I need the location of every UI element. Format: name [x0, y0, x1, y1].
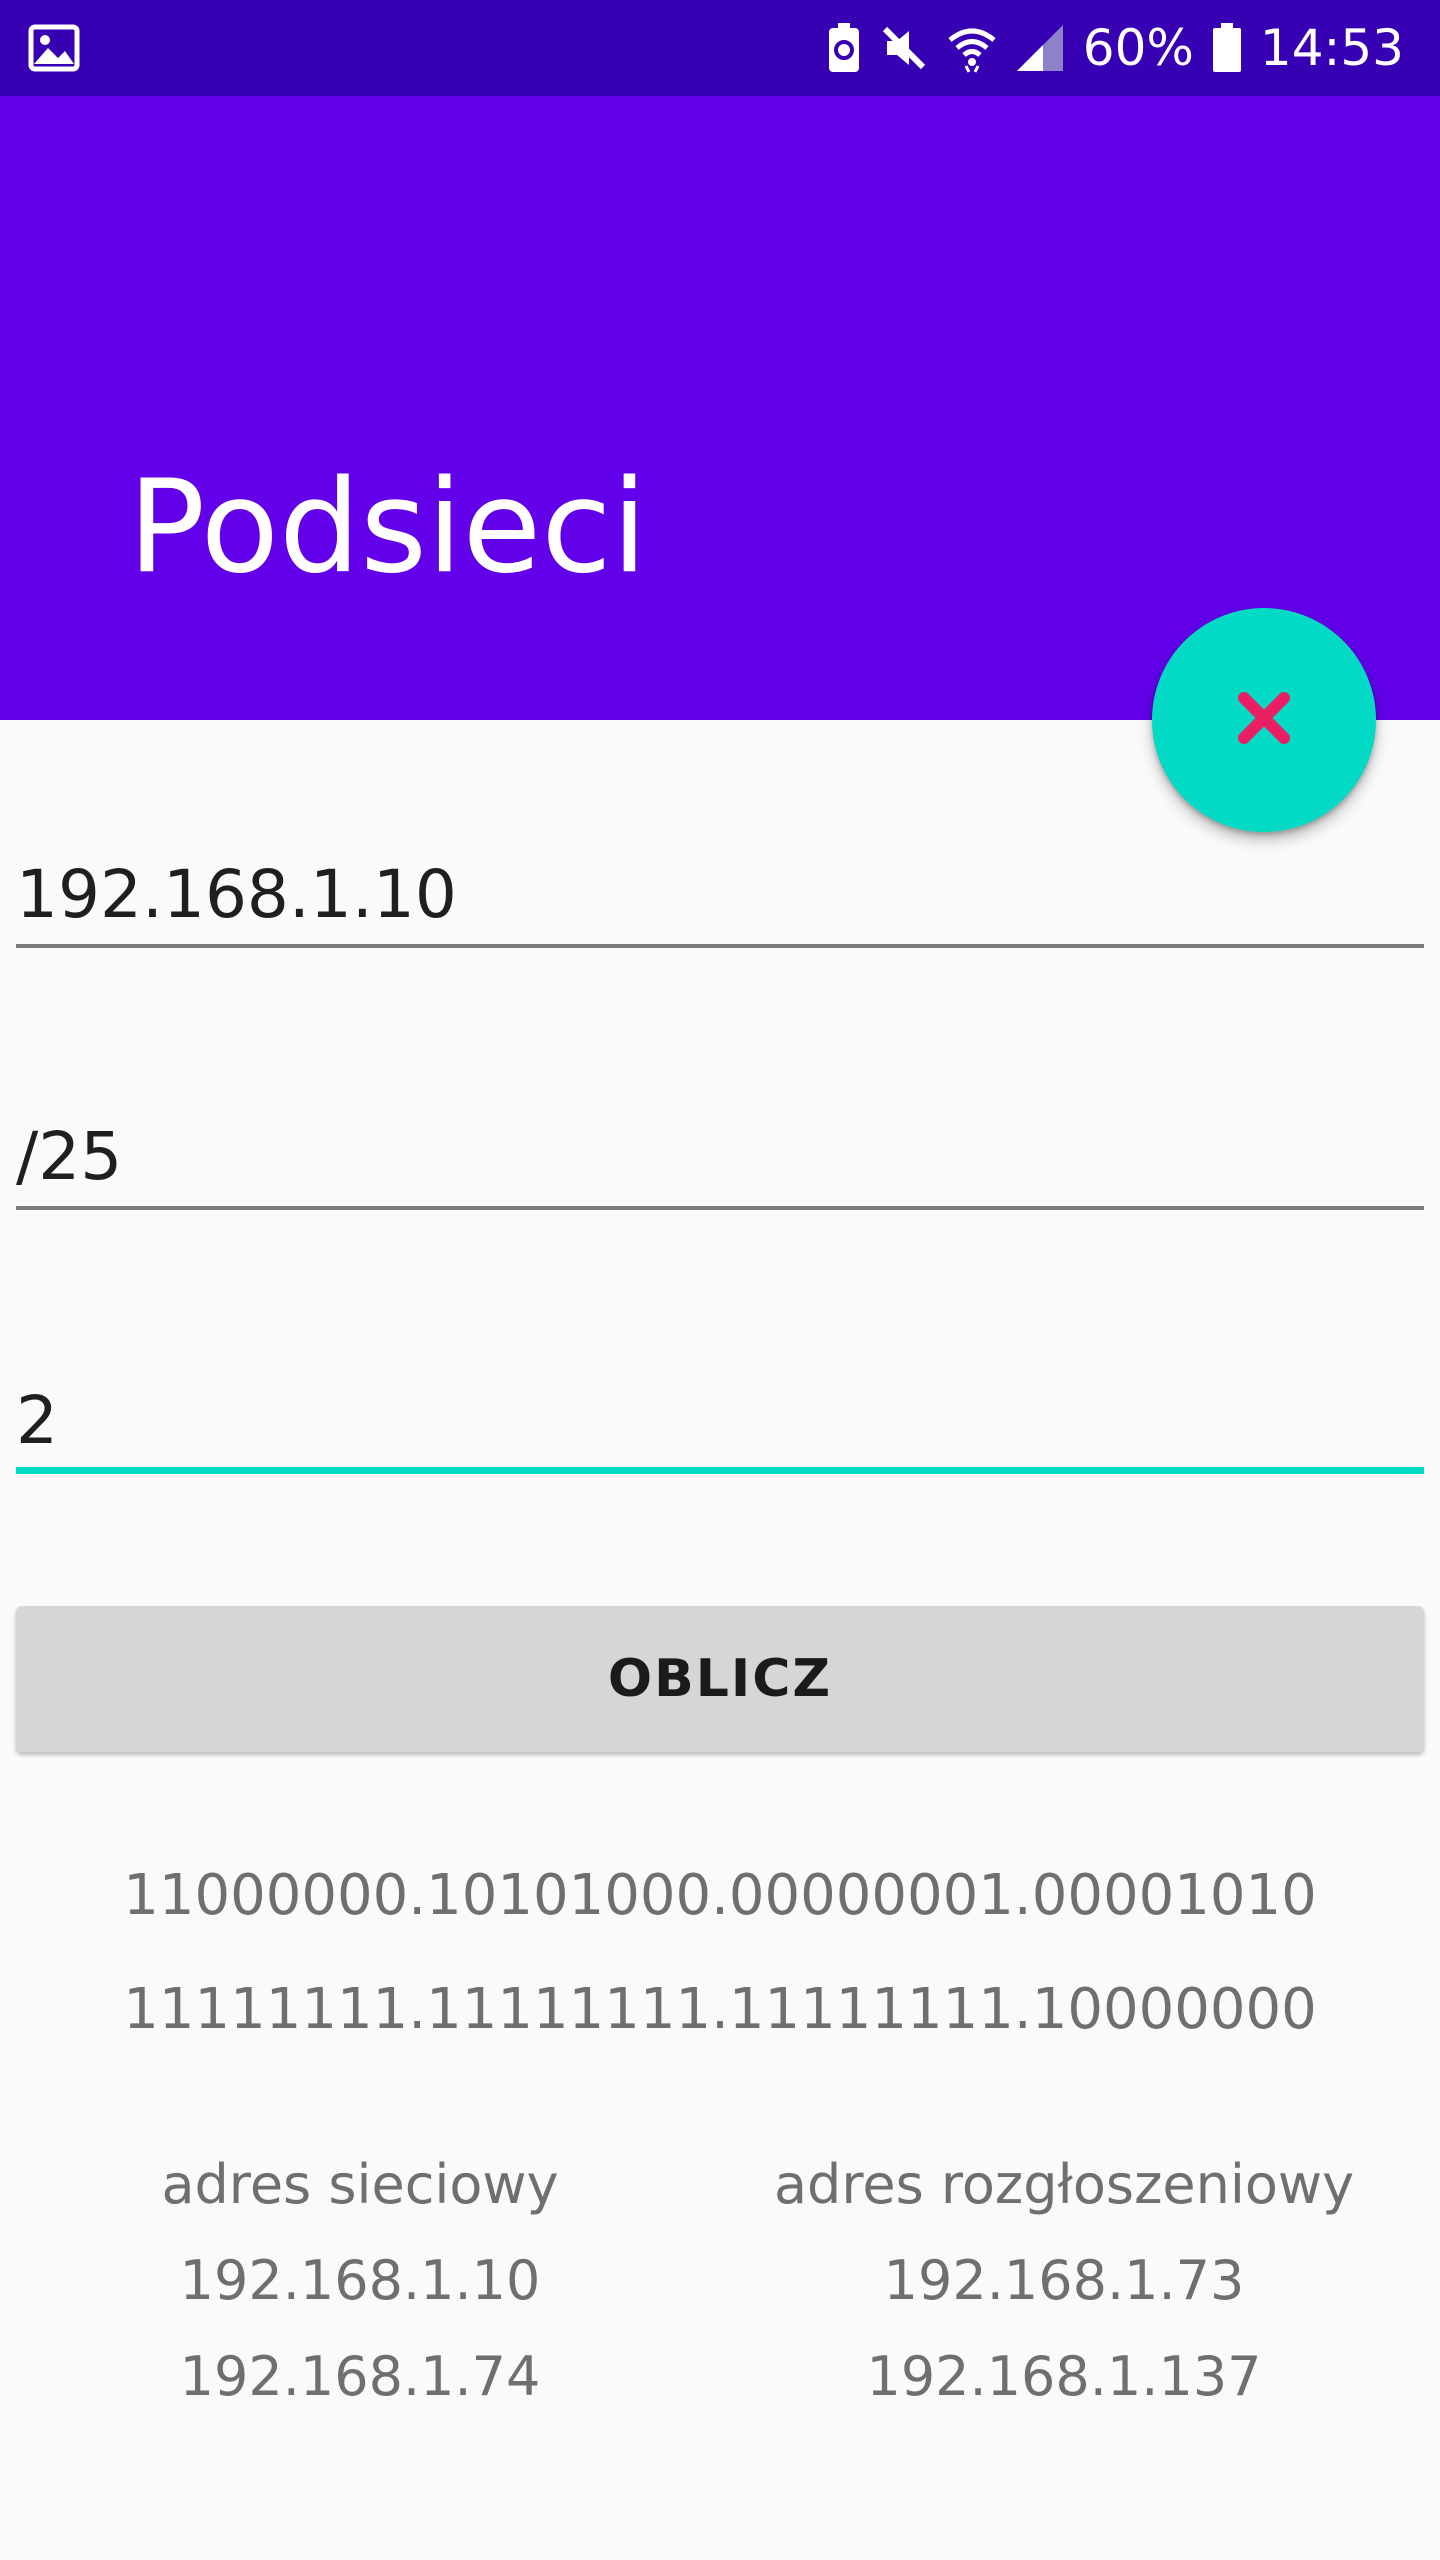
broadcast-address-1: 192.168.1.73 [883, 2249, 1245, 2312]
battery-icon [1212, 23, 1242, 73]
ip-address-underline [16, 944, 1424, 948]
ip-address-input[interactable] [16, 848, 1424, 940]
ip-address-field[interactable] [16, 848, 1424, 948]
mask-input[interactable] [16, 1110, 1424, 1202]
status-bar: 60% 14:53 [0, 0, 1440, 96]
battery-percent: 60% [1082, 19, 1194, 77]
image-icon [28, 24, 80, 72]
mask-underline [16, 1206, 1424, 1210]
network-address-header: adres sieciowy [161, 2153, 559, 2216]
calculate-button[interactable]: OBLICZ [16, 1606, 1424, 1752]
battery-saver-icon [827, 22, 861, 74]
mask-field[interactable] [16, 1110, 1424, 1210]
broadcast-address-header: adres rozgłoszeniowy [773, 2153, 1355, 2216]
broadcast-address-2: 192.168.1.137 [866, 2345, 1262, 2408]
ip-binary: 11000000.10101000.00000001.00001010 [123, 1863, 1317, 1928]
network-address-1: 192.168.1.10 [179, 2249, 541, 2312]
clock: 14:53 [1259, 19, 1404, 77]
status-icons: 60% 14:53 [827, 0, 1404, 96]
mute-icon [879, 23, 929, 73]
wifi-icon [947, 22, 997, 74]
close-icon [1234, 688, 1294, 752]
network-address-2: 192.168.1.74 [179, 2345, 541, 2408]
clear-fab-button[interactable] [1152, 608, 1376, 832]
mask-binary: 11111111.11111111.11111111.10000000 [123, 1977, 1317, 2042]
signal-icon [1015, 23, 1065, 73]
subnets-underline [16, 1467, 1424, 1474]
page-title: Podsieci [128, 453, 648, 602]
subnets-input[interactable] [16, 1374, 1424, 1466]
subnets-field[interactable] [16, 1374, 1424, 1474]
